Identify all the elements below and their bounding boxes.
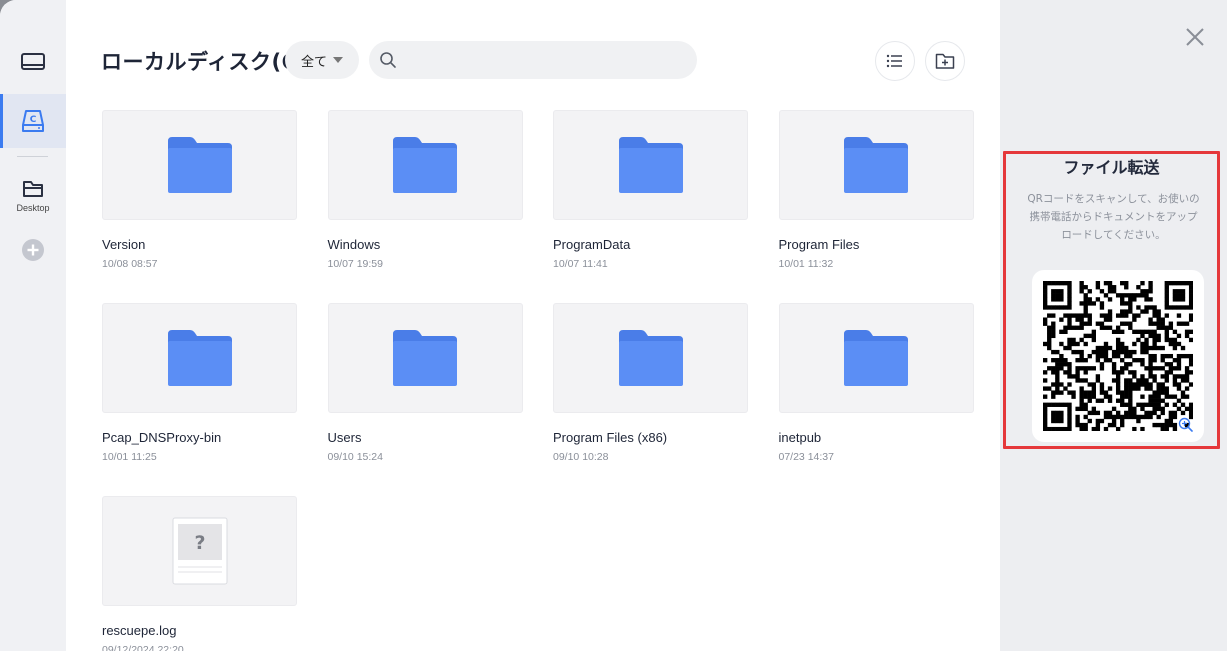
folder-icon bbox=[844, 137, 908, 193]
file-glyph: ? bbox=[194, 532, 205, 554]
transfer-title: ファイル転送 bbox=[1063, 158, 1160, 177]
close-icon[interactable] bbox=[1182, 24, 1208, 50]
unknown-file-icon: ? bbox=[172, 517, 227, 585]
left-rail: C Desktop bbox=[0, 0, 66, 651]
file-thumbnail bbox=[553, 110, 748, 220]
rail-item-disk-c[interactable]: C bbox=[0, 94, 66, 148]
file-thumbnail: ? bbox=[102, 496, 297, 606]
page-title: ローカルディスク(C) bbox=[101, 50, 308, 74]
file-date: 09/12/2024 22:20 bbox=[102, 644, 184, 651]
file-date: 10/01 11:25 bbox=[102, 451, 157, 463]
list-view-icon bbox=[886, 54, 902, 68]
search-icon bbox=[380, 52, 396, 68]
folder-icon bbox=[23, 181, 43, 197]
qr-card bbox=[1032, 270, 1204, 442]
file-tile[interactable]: Program Files (x86) 09/10 10:28 bbox=[553, 303, 748, 463]
new-folder-icon bbox=[935, 53, 955, 69]
file-name: Pcap_DNSProxy-bin bbox=[102, 430, 222, 445]
file-thumbnail bbox=[553, 303, 748, 413]
monitor-icon bbox=[21, 53, 45, 70]
search-input[interactable] bbox=[403, 41, 697, 79]
rail-item-device[interactable] bbox=[0, 40, 66, 84]
folder-icon bbox=[618, 330, 683, 386]
active-indicator bbox=[0, 94, 3, 148]
transfer-description: QRコードをスキャンして、お使いの携帯電話からドキュメントをアップロードしてくだ… bbox=[1027, 193, 1200, 241]
rail-divider bbox=[17, 156, 48, 157]
file-thumbnail bbox=[102, 110, 297, 220]
folder-icon bbox=[167, 330, 232, 386]
file-thumbnail bbox=[102, 303, 297, 413]
disk-letter: C bbox=[30, 115, 37, 125]
new-folder-button[interactable] bbox=[925, 41, 965, 81]
rail-label-desktop: Desktop bbox=[16, 203, 50, 213]
file-date: 10/08 08:57 bbox=[102, 258, 158, 270]
folder-icon bbox=[844, 330, 908, 386]
file-tile[interactable]: ? rescuepe.log 09/12/2024 22:20 bbox=[102, 496, 297, 651]
file-tile[interactable]: ProgramData 10/07 11:41 bbox=[553, 110, 748, 270]
chevron-down-icon bbox=[333, 57, 343, 63]
file-date: 10/07 19:59 bbox=[327, 258, 383, 270]
file-tile[interactable]: Version 10/08 08:57 bbox=[102, 110, 297, 270]
filter-dropdown[interactable]: 全て bbox=[285, 41, 359, 79]
file-tile[interactable]: Windows 10/07 19:59 bbox=[327, 110, 523, 270]
file-thumbnail bbox=[327, 110, 523, 220]
disk-c-icon: C bbox=[22, 110, 44, 132]
file-thumbnail bbox=[327, 303, 523, 413]
file-name: inetpub bbox=[778, 430, 822, 445]
rail-add-button[interactable] bbox=[0, 234, 66, 266]
file-name: Program Files (x86) bbox=[553, 430, 668, 445]
folder-icon bbox=[618, 137, 683, 193]
transfer-highlight-box: ファイル転送 QRコードをスキャンして、お使いの携帯電話からドキュメントをアップ… bbox=[1003, 151, 1220, 449]
list-view-button[interactable] bbox=[875, 41, 915, 81]
file-name: Users bbox=[327, 430, 362, 445]
file-thumbnail bbox=[778, 303, 974, 413]
add-icon bbox=[22, 239, 44, 261]
folder-icon bbox=[167, 137, 232, 193]
file-date: 07/23 14:37 bbox=[778, 451, 834, 463]
main-area: ローカルディスク(C) 全て Version 10/08 08:57 Windo… bbox=[66, 0, 1000, 651]
transfer-panel: ファイル転送 QRコードをスキャンして、お使いの携帯電話からドキュメントをアップ… bbox=[1000, 0, 1227, 651]
qr-code bbox=[1043, 281, 1193, 431]
file-name: ProgramData bbox=[553, 237, 631, 252]
file-date: 09/10 15:24 bbox=[327, 451, 383, 463]
rail-item-desktop[interactable]: Desktop bbox=[0, 172, 66, 220]
file-name: Program Files bbox=[778, 237, 860, 252]
app-window: C Desktop ローカルディスク(C) 全て Version 10/08 0… bbox=[0, 0, 1227, 651]
file-name: Windows bbox=[327, 237, 381, 252]
search-box[interactable] bbox=[369, 41, 697, 79]
file-tile[interactable]: Program Files 10/01 11:32 bbox=[778, 110, 974, 270]
filter-label: 全て bbox=[300, 54, 327, 70]
file-tile[interactable]: inetpub 07/23 14:37 bbox=[778, 303, 974, 463]
file-date: 09/10 10:28 bbox=[553, 451, 609, 463]
file-date: 10/01 11:32 bbox=[778, 258, 834, 270]
file-tile[interactable]: Users 09/10 15:24 bbox=[327, 303, 523, 463]
file-tile[interactable]: Pcap_DNSProxy-bin 10/01 11:25 bbox=[102, 303, 297, 463]
file-thumbnail bbox=[778, 110, 974, 220]
folder-icon bbox=[393, 137, 457, 193]
file-name: rescuepe.log bbox=[102, 623, 177, 638]
file-date: 10/07 11:41 bbox=[553, 258, 608, 270]
file-name: Version bbox=[102, 237, 146, 252]
folder-icon bbox=[393, 330, 457, 386]
zoom-in-icon[interactable] bbox=[1178, 417, 1193, 432]
